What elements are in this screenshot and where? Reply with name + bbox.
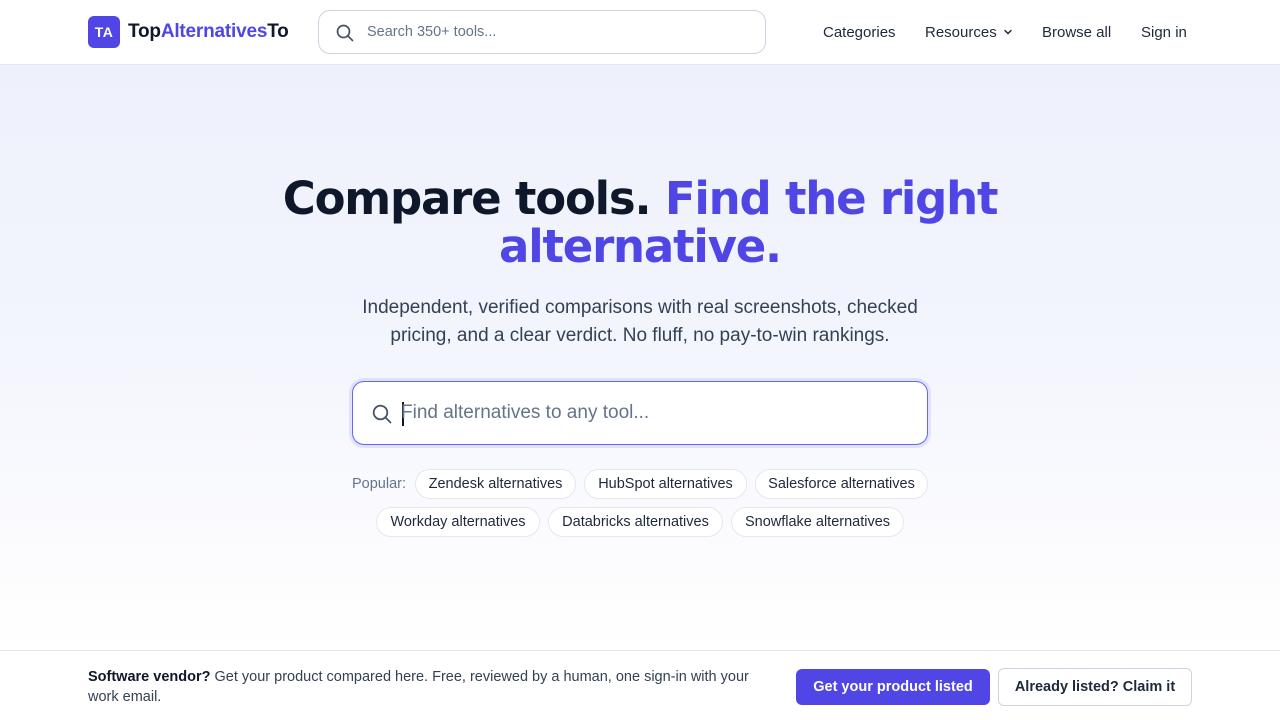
nav-browse-all[interactable]: Browse all	[1042, 20, 1111, 44]
popular-chip[interactable]: HubSpot alternatives	[584, 469, 747, 499]
logo-badge: TA	[88, 16, 120, 48]
hero-search-box[interactable]	[352, 381, 928, 445]
nav-resources-label: Resources	[925, 23, 997, 41]
nav-sign-in[interactable]: Sign in	[1141, 20, 1187, 44]
vendor-cta-text: Software vendor? Get your product compar…	[88, 667, 778, 707]
header-search-box[interactable]	[318, 10, 766, 54]
site-header: TA TopAlternativesTo Categories Resource…	[0, 0, 1280, 65]
search-icon	[336, 24, 354, 42]
popular-chip[interactable]: Databricks alternatives	[548, 507, 723, 537]
hero-headline-plain: Compare tools.	[282, 172, 652, 225]
popular-chip[interactable]: Salesforce alternatives	[755, 469, 928, 499]
hero-headline: Compare tools. Find the right alternativ…	[240, 175, 1040, 271]
popular-chip[interactable]: Workday alternatives	[376, 507, 540, 537]
hero-subhead: Independent, verified comparisons with r…	[362, 297, 918, 346]
site-logo[interactable]: TA TopAlternativesTo	[88, 16, 289, 48]
logo-wordmark-part-top: Top	[128, 21, 161, 42]
nav-resources[interactable]: Resources	[925, 20, 1014, 44]
search-icon	[372, 404, 392, 424]
logo-wordmark-part-alternatives: Alternatives	[160, 21, 268, 42]
nav-categories[interactable]: Categories	[823, 20, 896, 44]
get-product-listed-button[interactable]: Get your product listed	[796, 669, 990, 705]
vendor-cta-bar: Software vendor? Get your product compar…	[0, 650, 1280, 720]
popular-chip[interactable]: Zendesk alternatives	[415, 469, 576, 499]
hero-section: Compare tools. Find the right alternativ…	[0, 65, 1280, 650]
hero-search-input[interactable]	[401, 382, 901, 443]
popular-chip[interactable]: Snowflake alternatives	[731, 507, 904, 537]
logo-wordmark: TopAlternativesTo	[128, 21, 289, 43]
chevron-down-icon	[1003, 29, 1012, 35]
vendor-cta-lead: Software vendor?	[88, 669, 211, 685]
claim-listing-button[interactable]: Already listed? Claim it	[998, 668, 1192, 706]
header-search-input[interactable]	[367, 11, 757, 53]
logo-wordmark-part-to: To	[267, 21, 289, 42]
popular-label: Popular:	[352, 476, 407, 492]
